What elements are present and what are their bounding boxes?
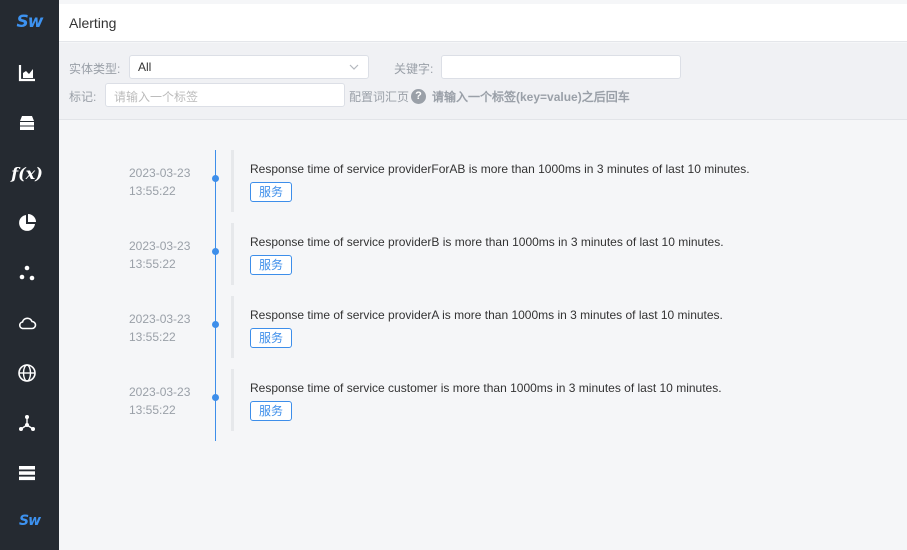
pie-chart-icon[interactable] <box>12 208 42 238</box>
skywalking-logo[interactable]: Sw <box>0 12 59 36</box>
chevron-down-icon <box>349 64 359 70</box>
scope-tag: 服务 <box>250 182 292 202</box>
alert-timestamp: 2023-03-23 13:55:22 <box>129 164 190 200</box>
top-bar: Alerting <box>59 4 907 42</box>
scope-tag: 服务 <box>250 401 292 421</box>
alert-date: 2023-03-23 <box>129 385 191 399</box>
alert-card-border <box>231 223 234 285</box>
list-icon[interactable] <box>12 458 42 488</box>
scope-tag: 服务 <box>250 255 292 275</box>
globe-icon[interactable] <box>12 358 42 388</box>
alert-date: 2023-03-23 <box>129 239 191 253</box>
timeline-dot <box>212 175 219 182</box>
timeline-dot <box>212 394 219 401</box>
sidebar: Sw f(x) Sw <box>0 0 59 550</box>
topology-icon[interactable] <box>12 408 42 438</box>
timeline-dot <box>212 248 219 255</box>
alert-date: 2023-03-23 <box>129 166 191 180</box>
database-icon[interactable] <box>12 108 42 138</box>
tag-hint: 请输入一个标签(key=value)之后回车 <box>432 90 630 104</box>
page-title: Alerting <box>69 15 117 31</box>
chart-icon[interactable] <box>12 58 42 88</box>
alert-timestamp: 2023-03-23 13:55:22 <box>129 383 190 419</box>
skywalking-logo-small: Sw <box>18 513 41 529</box>
scope-tag: 服务 <box>250 328 292 348</box>
alert-time: 13:55:22 <box>129 257 176 271</box>
alert-card-border <box>231 369 234 431</box>
keyword-input[interactable] <box>441 55 681 79</box>
tag-label: 标记: <box>69 90 97 104</box>
alert-time: 13:55:22 <box>129 403 176 417</box>
entity-type-value: All <box>138 60 152 74</box>
config-vocabulary-link[interactable]: 配置词汇页 <box>349 88 409 105</box>
alert-message: Response time of service providerB is mo… <box>250 235 724 249</box>
cloud-icon[interactable] <box>12 308 42 338</box>
entity-type-label: 实体类型: <box>69 62 121 76</box>
alert-card-border <box>231 296 234 358</box>
alert-message: Response time of service providerForAB i… <box>250 162 750 176</box>
keyword-label: 关键字: <box>394 62 434 76</box>
alert-date: 2023-03-23 <box>129 312 191 326</box>
function-icon[interactable]: f(x) <box>11 158 43 188</box>
timeline-dot <box>212 321 219 328</box>
alert-message: Response time of service customer is mor… <box>250 381 722 395</box>
nodes-icon[interactable] <box>12 258 42 288</box>
alert-time: 13:55:22 <box>129 330 176 344</box>
alert-card-border <box>231 150 234 212</box>
filter-bar: 实体类型: All 关键字: 标记: 请输入一个标签 配置词汇页 ? 请输入一个… <box>59 43 907 120</box>
alert-timestamp: 2023-03-23 13:55:22 <box>129 310 190 346</box>
help-icon[interactable]: ? <box>411 89 426 104</box>
alert-time: 13:55:22 <box>129 184 176 198</box>
alert-timestamp: 2023-03-23 13:55:22 <box>129 237 190 273</box>
entity-type-select[interactable]: All <box>129 55 369 79</box>
alert-message: Response time of service providerA is mo… <box>250 308 723 322</box>
tag-input[interactable]: 请输入一个标签 <box>105 83 345 107</box>
